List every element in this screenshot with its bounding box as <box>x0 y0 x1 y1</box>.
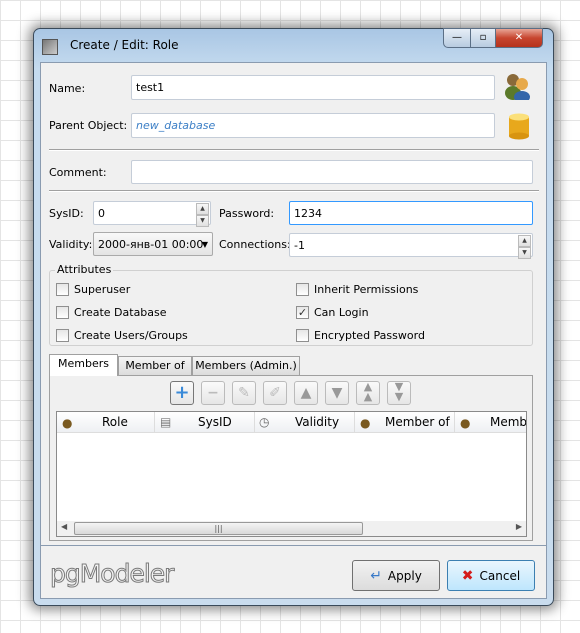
close-button[interactable]: ✕ <box>495 28 543 48</box>
validity-datetime[interactable]: 2000-янв-01 00:00 ▼ <box>93 232 213 256</box>
chevron-down-icon: ▼ <box>201 240 208 249</box>
window-title: Create / Edit: Role <box>70 38 179 52</box>
validity-value: 2000-янв-01 00:00 <box>98 238 204 251</box>
move-top-button[interactable]: ▲ ▲ <box>356 381 380 405</box>
sysid-spinbox[interactable]: 0 ▲ ▼ <box>93 201 211 227</box>
column-role[interactable]: ● Role <box>57 412 155 433</box>
encrypted-password-checkbox[interactable]: Encrypted Password <box>296 329 425 342</box>
name-input[interactable]: test1 <box>131 75 495 100</box>
role-icon: ● <box>360 416 371 430</box>
column-label: SysID <box>198 415 232 429</box>
create-database-checkbox[interactable]: Create Database <box>56 306 167 319</box>
apply-label: Apply <box>387 568 422 583</box>
sysid-label: SysID: <box>49 207 84 220</box>
checkbox-box[interactable] <box>296 283 309 296</box>
maximize-button[interactable]: ▫ <box>470 28 496 48</box>
members-table: ● Role ▤ SysID ◷ Validity ● Member of ● Membe… <box>56 411 527 537</box>
parent-object-label: Parent Object: <box>49 119 128 132</box>
dialog-window: Create / Edit: Role — ▫ ✕ Name: test1 Pa… <box>33 28 554 606</box>
column-validity[interactable]: ◷ Validity <box>255 412 355 433</box>
separator <box>49 149 539 151</box>
can-login-checkbox[interactable]: ✓ Can Login <box>296 306 369 319</box>
app-icon <box>42 39 58 55</box>
edit-button[interactable]: ✐ <box>263 381 287 405</box>
spin-up-icon[interactable]: ▲ <box>196 203 209 215</box>
apply-icon: ↵ <box>370 567 382 584</box>
check-icon[interactable]: ✓ <box>296 306 309 319</box>
id-card-icon: ▤ <box>160 415 172 429</box>
remove-button[interactable]: − <box>201 381 225 405</box>
password-input[interactable]: 1234 <box>289 201 533 225</box>
spin-down-icon[interactable]: ▼ <box>518 247 531 259</box>
dialog-content: Name: test1 Parent Object: new_database … <box>40 62 547 546</box>
role-icon: ● <box>62 416 73 430</box>
inherit-permissions-checkbox[interactable]: Inherit Permissions <box>296 283 418 296</box>
horizontal-scrollbar[interactable]: ◀ ||| ▶ <box>57 521 526 536</box>
checkbox-label: Can Login <box>314 306 369 319</box>
superuser-checkbox[interactable]: Superuser <box>56 283 130 296</box>
cancel-icon: ✖ <box>461 567 474 584</box>
role-icon: ● <box>460 416 471 430</box>
sysid-value: 0 <box>98 207 105 220</box>
tab-members-admin[interactable]: Members (Admin.) <box>192 356 300 375</box>
column-label: Role <box>102 415 128 429</box>
parent-object-input[interactable]: new_database <box>131 113 495 138</box>
minimize-button[interactable]: — <box>443 28 471 48</box>
comment-label: Comment: <box>49 166 107 179</box>
column-members[interactable]: ● Membe <box>455 412 527 433</box>
tab-members[interactable]: Members <box>49 354 118 376</box>
checkbox-label: Superuser <box>74 283 131 296</box>
scroll-right-icon[interactable]: ▶ <box>516 522 522 531</box>
name-label: Name: <box>49 82 86 95</box>
move-up-button[interactable]: ▲ <box>294 381 318 405</box>
column-label: Member of <box>385 415 450 429</box>
database-icon <box>509 113 529 140</box>
button-bar: pgModeler ↵ Apply ✖ Cancel <box>40 546 547 599</box>
clear-button[interactable]: ✎ <box>232 381 256 405</box>
add-button[interactable]: + <box>170 381 194 405</box>
tab-member-of[interactable]: Member of <box>118 356 192 375</box>
move-down-button[interactable]: ▼ <box>325 381 349 405</box>
checkbox-box[interactable] <box>296 329 309 342</box>
spin-down-icon[interactable]: ▼ <box>196 215 209 227</box>
checkbox-label: Create Database <box>74 306 167 319</box>
move-bottom-button[interactable]: ▼ ▼ <box>387 381 411 405</box>
clock-icon: ◷ <box>259 415 270 429</box>
cancel-button[interactable]: ✖ Cancel <box>447 560 535 591</box>
column-member-of[interactable]: ● Member of <box>355 412 455 433</box>
tab-widget: Members Member of Members (Admin.) + − ✎… <box>49 354 533 541</box>
pgmodeler-logo: pgModeler <box>49 559 174 589</box>
connections-spinbox[interactable]: -1 ▲ ▼ <box>289 233 533 259</box>
checkbox-label: Create Users/Groups <box>74 329 188 342</box>
scrollbar-thumb[interactable]: ||| <box>74 522 363 535</box>
comment-input[interactable] <box>131 160 533 184</box>
column-label: Validity <box>295 415 340 429</box>
create-users-groups-checkbox[interactable]: Create Users/Groups <box>56 329 188 342</box>
toolbar: + − ✎ ✐ ▲ ▼ ▲ ▲ ▼ ▼ <box>170 381 430 405</box>
validity-label: Validity: <box>49 238 93 251</box>
spin-up-icon[interactable]: ▲ <box>518 235 531 247</box>
cancel-label: Cancel <box>479 568 521 583</box>
checkbox-label: Encrypted Password <box>314 329 425 342</box>
connections-value: -1 <box>294 239 305 252</box>
checkbox-box[interactable] <box>56 329 69 342</box>
attributes-title: Attributes <box>55 263 114 276</box>
apply-button[interactable]: ↵ Apply <box>352 560 440 591</box>
separator <box>49 190 539 192</box>
checkbox-label: Inherit Permissions <box>314 283 419 296</box>
column-label: Membe <box>490 415 527 429</box>
column-sysid[interactable]: ▤ SysID <box>155 412 255 433</box>
password-label: Password: <box>219 207 275 220</box>
checkbox-box[interactable] <box>56 283 69 296</box>
table-header: ● Role ▤ SysID ◷ Validity ● Member of ● Membe <box>57 412 527 433</box>
role-icon <box>505 74 530 100</box>
checkbox-box[interactable] <box>56 306 69 319</box>
connections-label: Connections: <box>219 238 291 251</box>
scroll-left-icon[interactable]: ◀ <box>61 522 67 531</box>
